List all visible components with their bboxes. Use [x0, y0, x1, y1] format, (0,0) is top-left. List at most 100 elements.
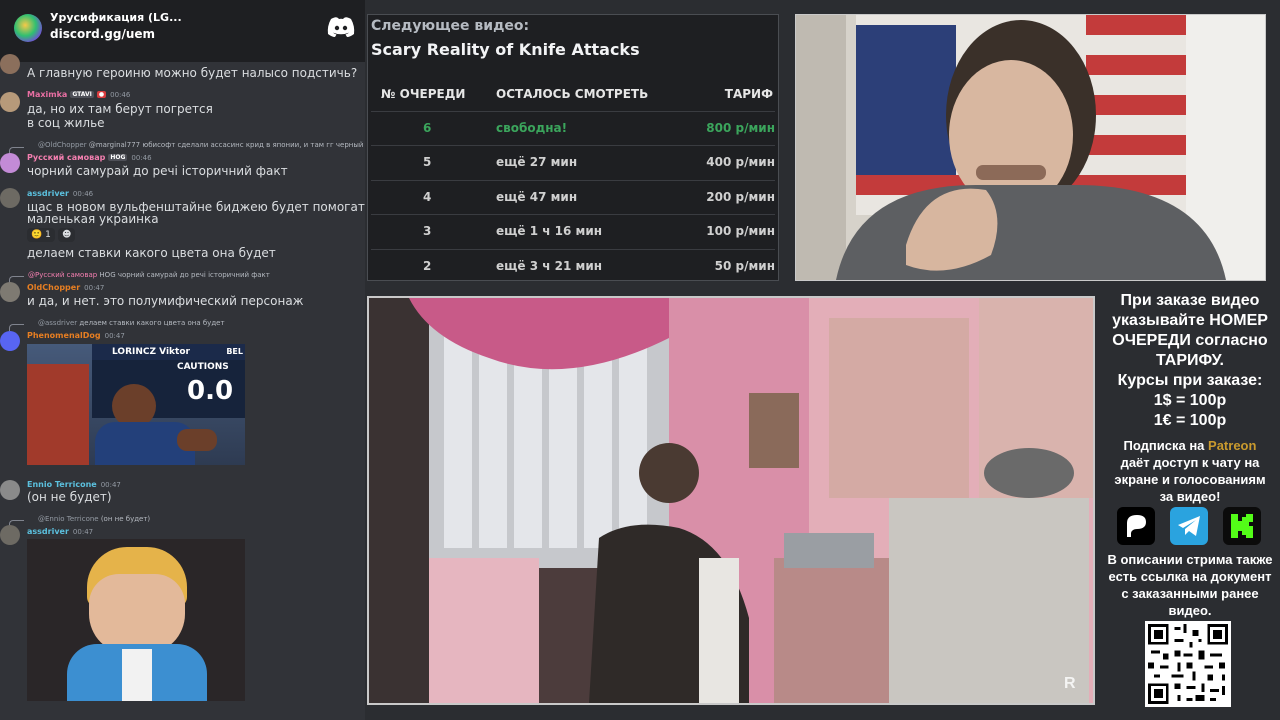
rate: 400 р/мин — [706, 155, 775, 169]
timestamp: 00:47 — [84, 284, 105, 292]
chat-message: Maximka GTAVI ● 00:46 да, но их там берут п… — [0, 90, 365, 134]
column-header-queue: № ОЧЕРЕДИ — [381, 87, 466, 101]
rate: 800 р/мин — [706, 121, 775, 135]
subscription-note: экране и голосованиям — [1114, 472, 1266, 487]
table-divider — [371, 111, 775, 112]
timestamp: 00:46 — [72, 190, 94, 198]
reply-preview[interactable]: @assdriver делаем ставки какого цвета он… — [38, 319, 225, 327]
description-line: с заказанными ранее — [1121, 586, 1259, 601]
chat-message: @OldChopper @marginal777 юбисофт сделали… — [0, 140, 365, 180]
table-divider — [371, 249, 775, 250]
avatar[interactable] — [0, 525, 20, 545]
username[interactable]: assdriver 00:47 — [27, 527, 93, 536]
subscription-note: Подписка на Patreon — [1100, 437, 1280, 454]
message-text: в соц жилье — [27, 116, 105, 130]
reply-preview[interactable]: @OldChopper @marginal777 юбисофт сделали… — [38, 141, 365, 149]
column-header-remaining: ОСТАЛОСЬ СМОТРЕТЬ — [496, 87, 649, 101]
qr-code[interactable] — [1145, 621, 1231, 707]
reply-preview[interactable]: @Ennio Terricone (он не будет) — [38, 515, 150, 523]
info-panel: При заказе видео указывайте НОМЕР ОЧЕРЕД… — [1100, 291, 1280, 505]
rate: 200 р/мин — [706, 190, 775, 204]
timestamp: 00:47 — [72, 528, 94, 536]
timestamp: 00:46 — [110, 91, 131, 99]
server-invite-link[interactable]: discord.gg/uem — [50, 27, 155, 41]
add-reaction-icon[interactable]: ☻ — [58, 228, 76, 242]
order-note: При заказе видео — [1120, 292, 1260, 309]
queue-number: 5 — [423, 155, 432, 169]
remaining-time: ещё 3 ч 21 мин — [496, 259, 603, 273]
next-video-label: Следующее видео: — [371, 18, 530, 34]
table-divider — [371, 145, 775, 146]
patreon-link[interactable]: Patreon — [1208, 438, 1256, 453]
description-line: есть ссылка на документ — [1108, 569, 1272, 584]
subscription-note: за видео! — [1159, 489, 1221, 504]
queue-number: 3 — [423, 224, 432, 238]
remaining-time: ещё 1 ч 16 мин — [496, 224, 603, 238]
gif-embed[interactable] — [27, 539, 245, 701]
queue-number: 4 — [423, 190, 432, 204]
timestamp: 00:46 — [131, 154, 152, 162]
role-badge: HOG — [108, 154, 128, 161]
wrestler-arm — [177, 429, 217, 451]
chat-message: @Ennio Terricone (он не будет) assdriver… — [0, 514, 365, 704]
chat-message: А главную героиню можно будет налысо под… — [0, 54, 365, 82]
remaining-time: свободна! — [496, 121, 568, 135]
remaining-time: ещё 27 мин — [496, 155, 578, 169]
queue-panel: Следующее видео: Scary Reality of Knife … — [367, 14, 779, 281]
username[interactable]: Ennio Terricone 00:47 — [27, 480, 121, 489]
server-icon[interactable] — [14, 14, 42, 42]
server-name: Урусификация (LG... — [50, 11, 182, 24]
subscription-note: даёт доступ к чату на — [1120, 455, 1260, 470]
column-header-rate: ТАРИФ — [724, 87, 773, 101]
queue-number: 2 — [423, 259, 432, 273]
chat-message: @assdriver делаем ставки какого цвета он… — [0, 318, 365, 468]
role-badge: GTAVI — [70, 91, 94, 98]
chat-message: Ennio Terricone 00:47 (он не будет) — [0, 478, 365, 508]
next-video-title: Scary Reality of Knife Attacks — [371, 40, 640, 59]
timestamp: 00:47 — [100, 481, 121, 489]
avatar[interactable] — [0, 188, 20, 208]
username[interactable]: Maximka GTAVI ● 00:46 — [27, 90, 130, 99]
rockstar-watermark: R — [1064, 675, 1076, 692]
description-line: видео. — [1168, 603, 1212, 618]
avatar[interactable] — [0, 480, 20, 500]
reply-line — [9, 324, 24, 331]
webcam-feed — [795, 14, 1266, 281]
username[interactable]: Русский самовар HOG 00:46 — [27, 153, 152, 162]
cautions-label: CAUTIONS — [177, 362, 229, 372]
chat-message: @Русский самовар HOG чорний самурай до р… — [0, 270, 365, 310]
avatar[interactable] — [0, 282, 20, 302]
discord-default-avatar[interactable] — [0, 331, 20, 351]
remaining-time: ещё 47 мин — [496, 190, 578, 204]
username[interactable]: assdriver 00:46 — [27, 189, 93, 198]
gif-embed[interactable]: LORINCZ Viktor BEL CAUTIONS 0.0 — [27, 344, 245, 465]
message-text: делаем ставки какого цвета она будет — [27, 246, 276, 260]
avatar[interactable] — [0, 54, 20, 74]
score-value: 0.0 — [187, 376, 234, 406]
chat-message: делаем ставки какого цвета она будет — [0, 246, 365, 262]
discord-chat-panel: Урусификация (LG... discord.gg/uem А гла… — [0, 0, 365, 720]
patreon-icon[interactable] — [1117, 507, 1155, 545]
telegram-icon[interactable] — [1170, 507, 1208, 545]
reaction-chip[interactable]: 🙂 1 — [27, 228, 55, 242]
rate: 50 р/мин — [714, 259, 775, 273]
scoreboard-flag: BEL — [226, 347, 243, 356]
reply-preview[interactable]: @Русский самовар HOG чорний самурай до р… — [28, 271, 270, 279]
rate: 100 р/мин — [706, 224, 775, 238]
message-text: (он не будет) — [27, 490, 112, 504]
avatar[interactable] — [0, 92, 20, 112]
webcam-scene — [796, 15, 1265, 280]
table-divider — [371, 214, 775, 215]
message-text: чорний самурай до речі історичний факт — [27, 164, 288, 178]
status-badge: ● — [96, 91, 107, 98]
description-line: В описании стрима также — [1107, 552, 1273, 567]
message-text: маленькая украинка — [27, 212, 159, 226]
order-note: указывайте НОМЕР — [1112, 312, 1268, 329]
username[interactable]: PhenomenalDog 00:47 — [27, 331, 125, 340]
description-note: В описании стрима также есть ссылка на д… — [1100, 551, 1280, 619]
kick-icon[interactable] — [1223, 507, 1261, 545]
username[interactable]: OldChopper 00:47 — [27, 283, 104, 292]
game-scene: R — [369, 298, 1093, 703]
avatar[interactable] — [0, 153, 20, 173]
rate-eur: 1€ = 100р — [1153, 412, 1227, 429]
